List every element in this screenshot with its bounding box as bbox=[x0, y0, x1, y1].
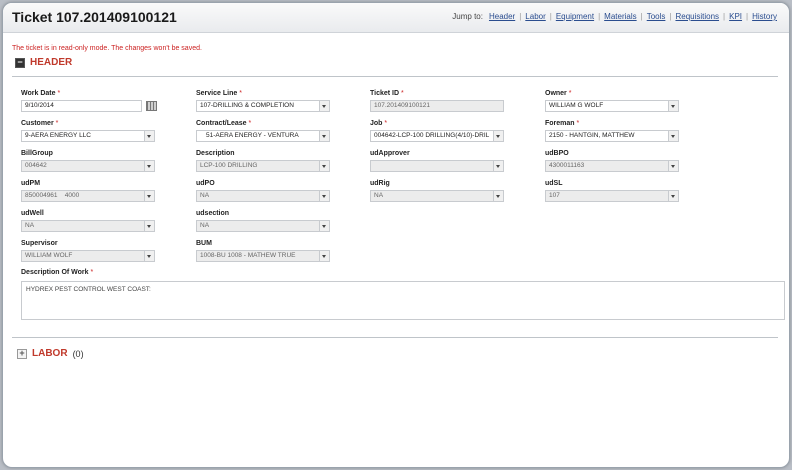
service-line-select[interactable]: 107-DRILLING & COMPLETION bbox=[196, 100, 330, 112]
udpm-select[interactable]: 850004961 4000 bbox=[21, 190, 155, 202]
udrig-field: udRig NA bbox=[370, 179, 504, 202]
chevron-down-icon[interactable] bbox=[319, 251, 329, 261]
foreman-field: Foreman * 2150 - HANTGIN, MATTHEW bbox=[545, 119, 679, 142]
page-title: Ticket 107.201409100121 bbox=[12, 9, 177, 25]
header-divider bbox=[12, 76, 778, 77]
read-only-notice: The ticket is in read-only mode. The cha… bbox=[12, 45, 202, 52]
jump-to-nav: Jump to: Header | Labor | Equipment | Mater… bbox=[452, 12, 777, 21]
contract-lease-select[interactable]: 51-AERA ENERGY - VENTURA bbox=[196, 130, 330, 142]
chevron-down-icon[interactable] bbox=[668, 191, 678, 201]
jump-link-tools[interactable]: Tools bbox=[647, 12, 666, 21]
owner-field: Owner * WILLIAM G WOLF bbox=[545, 89, 679, 112]
chevron-down-icon[interactable] bbox=[319, 131, 329, 141]
supervisor-field: Supervisor WILLIAM WOLF bbox=[21, 239, 155, 262]
contract-lease-field: Contract/Lease * 51-AERA ENERGY - VENTUR… bbox=[196, 119, 330, 142]
description-select[interactable]: LCP-100 DRILLING bbox=[196, 160, 330, 172]
udsection-field: udsection NA bbox=[196, 209, 330, 232]
udpo-field: udPO NA bbox=[196, 179, 330, 202]
section-divider bbox=[12, 337, 778, 338]
chevron-down-icon[interactable] bbox=[493, 131, 503, 141]
jump-separator: | bbox=[598, 12, 601, 21]
owner-select[interactable]: WILLIAM G WOLF bbox=[545, 100, 679, 112]
jump-link-requisitions[interactable]: Requisitions bbox=[675, 12, 719, 21]
jump-to-label: Jump to: bbox=[452, 12, 483, 21]
ticket-window: Ticket 107.201409100121 Jump to: Header |… bbox=[2, 2, 790, 468]
udsection-select[interactable]: NA bbox=[196, 220, 330, 232]
chevron-down-icon[interactable] bbox=[493, 161, 503, 171]
chevron-down-icon[interactable] bbox=[319, 221, 329, 231]
header-section-title: HEADER bbox=[30, 57, 73, 68]
chevron-down-icon[interactable] bbox=[144, 191, 154, 201]
jump-link-labor[interactable]: Labor bbox=[525, 12, 545, 21]
billgroup-select[interactable]: 004642 bbox=[21, 160, 155, 172]
supervisor-select[interactable]: WILLIAM WOLF bbox=[21, 250, 155, 262]
expand-icon: + bbox=[17, 348, 27, 359]
udapprover-field: udApprover bbox=[370, 149, 504, 172]
description-of-work-textarea[interactable]: HYDREX PEST CONTROL WEST COAST: bbox=[21, 281, 785, 320]
bum-field: BUM 1008-BU 1008 - MATHEW TRUE bbox=[196, 239, 330, 262]
bum-select[interactable]: 1008-BU 1008 - MATHEW TRUE bbox=[196, 250, 330, 262]
customer-select[interactable]: 9-AERA ENERGY LLC bbox=[21, 130, 155, 142]
jump-separator: | bbox=[746, 12, 749, 21]
description-field: Description LCP-100 DRILLING bbox=[196, 149, 330, 172]
chevron-down-icon[interactable] bbox=[493, 191, 503, 201]
udrig-select[interactable]: NA bbox=[370, 190, 504, 202]
udsl-field: udSL 107 bbox=[545, 179, 679, 202]
chevron-down-icon[interactable] bbox=[319, 161, 329, 171]
udsl-select[interactable]: 107 bbox=[545, 190, 679, 202]
udpo-select[interactable]: NA bbox=[196, 190, 330, 202]
work-date-label: Work Date bbox=[21, 90, 56, 97]
jump-link-header[interactable]: Header bbox=[489, 12, 515, 21]
ticket-id-field: Ticket ID * 107.201409100121 bbox=[370, 89, 504, 112]
chevron-down-icon[interactable] bbox=[668, 161, 678, 171]
udapprover-select[interactable] bbox=[370, 160, 504, 172]
udpm-field: udPM 850004961 4000 bbox=[21, 179, 155, 202]
job-field: Job * 004642-LCP-100 DRILLING(4/10)-DRIL bbox=[370, 119, 504, 142]
chevron-down-icon[interactable] bbox=[668, 131, 678, 141]
jump-link-history[interactable]: History bbox=[752, 12, 777, 21]
header-section-toggle[interactable]: − HEADER bbox=[15, 57, 72, 68]
jump-link-equipment[interactable]: Equipment bbox=[556, 12, 594, 21]
chevron-down-icon[interactable] bbox=[144, 161, 154, 171]
jump-link-materials[interactable]: Materials bbox=[604, 12, 636, 21]
chevron-down-icon[interactable] bbox=[319, 101, 329, 111]
udbpo-select[interactable]: 4300011163 bbox=[545, 160, 679, 172]
chevron-down-icon[interactable] bbox=[144, 251, 154, 261]
labor-section-title: LABOR bbox=[32, 348, 68, 359]
jump-separator: | bbox=[549, 12, 552, 21]
chevron-down-icon[interactable] bbox=[668, 101, 678, 111]
ticket-id-input[interactable]: 107.201409100121 bbox=[370, 100, 504, 112]
jump-separator: | bbox=[669, 12, 672, 21]
jump-separator: | bbox=[640, 12, 643, 21]
chevron-down-icon[interactable] bbox=[319, 191, 329, 201]
udwell-select[interactable]: NA bbox=[21, 220, 155, 232]
labor-count: (0) bbox=[72, 348, 84, 359]
work-date-field: Work Date * 9/10/2014 bbox=[21, 89, 157, 112]
jump-separator: | bbox=[723, 12, 726, 21]
collapse-icon: − bbox=[15, 57, 25, 68]
calendar-icon[interactable] bbox=[146, 101, 157, 111]
customer-field: Customer * 9-AERA ENERGY LLC bbox=[21, 119, 155, 142]
title-bar: Ticket 107.201409100121 Jump to: Header |… bbox=[3, 3, 789, 33]
description-of-work-label: Description Of Work * bbox=[21, 269, 94, 276]
job-select[interactable]: 004642-LCP-100 DRILLING(4/10)-DRIL bbox=[370, 130, 504, 142]
billgroup-field: BillGroup 004642 bbox=[21, 149, 155, 172]
jump-link-kpi[interactable]: KPI bbox=[729, 12, 742, 21]
labor-section-toggle[interactable]: + LABOR (0) bbox=[17, 348, 84, 359]
service-line-field: Service Line * 107-DRILLING & COMPLETION bbox=[196, 89, 330, 112]
udwell-field: udWell NA bbox=[21, 209, 155, 232]
chevron-down-icon[interactable] bbox=[144, 131, 154, 141]
jump-separator: | bbox=[519, 12, 522, 21]
udbpo-field: udBPO 4300011163 bbox=[545, 149, 679, 172]
work-date-input[interactable]: 9/10/2014 bbox=[21, 100, 142, 112]
chevron-down-icon[interactable] bbox=[144, 221, 154, 231]
foreman-select[interactable]: 2150 - HANTGIN, MATTHEW bbox=[545, 130, 679, 142]
